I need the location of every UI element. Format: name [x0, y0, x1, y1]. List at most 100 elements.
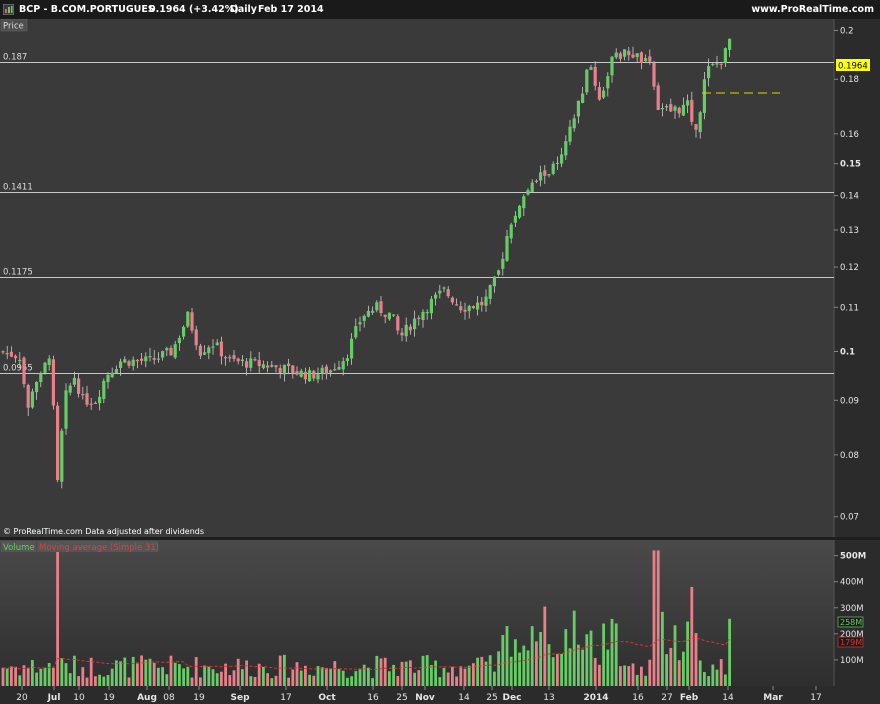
- volume-bar-down[interactable]: [232, 670, 236, 686]
- candle-down[interactable]: [396, 316, 400, 331]
- volume-bar-up[interactable]: [110, 668, 114, 686]
- candle-up[interactable]: [177, 338, 181, 344]
- candle-up[interactable]: [425, 311, 429, 314]
- volume-bar-up[interactable]: [509, 656, 513, 686]
- volume-bar-up[interactable]: [43, 667, 47, 686]
- candle-up[interactable]: [249, 358, 253, 368]
- volume-bar-up[interactable]: [488, 655, 492, 686]
- volume-bar-down[interactable]: [694, 633, 698, 686]
- volume-bar-up[interactable]: [661, 611, 664, 686]
- candle-down[interactable]: [450, 297, 454, 303]
- candle-down[interactable]: [669, 104, 673, 112]
- volume-bar-up[interactable]: [585, 634, 589, 686]
- volume-bar-up[interactable]: [73, 655, 76, 686]
- candle-down[interactable]: [228, 357, 232, 359]
- candle-up[interactable]: [513, 215, 517, 223]
- candle-up[interactable]: [316, 374, 320, 380]
- candle-down[interactable]: [127, 361, 131, 366]
- volume-bar-down[interactable]: [446, 672, 450, 686]
- candle-up[interactable]: [320, 367, 324, 374]
- volume-bar-down[interactable]: [598, 664, 601, 686]
- volume-bar-up[interactable]: [358, 668, 362, 686]
- candle-down[interactable]: [194, 329, 198, 346]
- volume-bar-down[interactable]: [169, 655, 173, 686]
- volume-bar-up[interactable]: [493, 671, 496, 686]
- volume-bar-down[interactable]: [236, 658, 240, 686]
- candle-down[interactable]: [408, 326, 412, 331]
- candle-down[interactable]: [140, 358, 144, 361]
- candle-down[interactable]: [274, 365, 278, 368]
- candle-up[interactable]: [18, 359, 22, 362]
- candle-up[interactable]: [156, 358, 160, 360]
- candle-down[interactable]: [652, 62, 656, 87]
- volume-bar-up[interactable]: [602, 623, 605, 686]
- volume-bar-down[interactable]: [463, 668, 467, 686]
- candle-down[interactable]: [639, 52, 643, 63]
- volume-bar-up[interactable]: [551, 657, 555, 686]
- candle-up[interactable]: [148, 356, 152, 358]
- volume-bar-up[interactable]: [102, 676, 106, 686]
- candle-up[interactable]: [215, 342, 219, 346]
- candle-down[interactable]: [198, 345, 202, 356]
- volume-bar-up[interactable]: [610, 618, 614, 686]
- volume-bar-up[interactable]: [724, 674, 727, 686]
- volume-bar-down[interactable]: [266, 673, 269, 686]
- candle-down[interactable]: [463, 309, 467, 312]
- volume-bar-down[interactable]: [287, 677, 290, 686]
- volume-bar-up[interactable]: [673, 625, 677, 686]
- candle-down[interactable]: [253, 359, 257, 361]
- candle-down[interactable]: [26, 385, 30, 408]
- candle-up[interactable]: [68, 385, 72, 393]
- volume-bar-down[interactable]: [94, 676, 97, 686]
- volume-bar-up[interactable]: [308, 674, 311, 686]
- volume-bar-up[interactable]: [98, 674, 101, 686]
- candle-up[interactable]: [211, 346, 215, 348]
- candle-up[interactable]: [581, 93, 585, 104]
- volume-bar-up[interactable]: [144, 659, 148, 686]
- volume-bar-up[interactable]: [728, 618, 731, 686]
- candle-up[interactable]: [589, 67, 593, 70]
- volume-bar-down[interactable]: [396, 676, 400, 686]
- volume-bar-up[interactable]: [438, 677, 442, 686]
- candle-up[interactable]: [366, 310, 370, 317]
- candle-up[interactable]: [702, 79, 706, 113]
- candle-up[interactable]: [362, 315, 366, 321]
- candle-up[interactable]: [644, 58, 648, 62]
- candle-down[interactable]: [648, 56, 652, 62]
- volume-bar-down[interactable]: [325, 668, 328, 686]
- volume-bar-up[interactable]: [367, 667, 370, 686]
- volume-bar-down[interactable]: [85, 677, 89, 686]
- candle-down[interactable]: [266, 365, 270, 368]
- candle-down[interactable]: [555, 162, 559, 165]
- volume-bar-down[interactable]: [1, 667, 5, 686]
- volume-bar-down[interactable]: [719, 659, 723, 686]
- candle-up[interactable]: [207, 347, 211, 354]
- volume-bar-up[interactable]: [577, 644, 580, 686]
- candle-up[interactable]: [413, 318, 417, 330]
- volume-bar-up[interactable]: [421, 655, 425, 686]
- volume-bar-up[interactable]: [211, 669, 215, 686]
- volume-bar-up[interactable]: [539, 632, 542, 686]
- candle-up[interactable]: [203, 352, 207, 355]
- candle-down[interactable]: [593, 66, 597, 86]
- volume-bar-down[interactable]: [656, 550, 660, 686]
- volume-bar-up[interactable]: [35, 672, 38, 686]
- candle-down[interactable]: [417, 317, 421, 319]
- volume-bar-up[interactable]: [362, 664, 366, 686]
- candle-down[interactable]: [287, 363, 291, 367]
- volume-bar-up[interactable]: [686, 621, 689, 686]
- volume-bar-down[interactable]: [77, 676, 80, 686]
- volume-bar-up[interactable]: [514, 639, 517, 686]
- candle-up[interactable]: [488, 285, 492, 299]
- volume-bar-up[interactable]: [354, 671, 358, 686]
- volume-bar-up[interactable]: [5, 668, 9, 686]
- chart-icon[interactable]: [3, 4, 14, 15]
- volume-bar-down[interactable]: [291, 669, 295, 686]
- volume-bar-down[interactable]: [690, 586, 694, 686]
- volume-bar-down[interactable]: [228, 675, 232, 686]
- volume-bar-down[interactable]: [194, 657, 198, 686]
- candle-up[interactable]: [47, 358, 51, 365]
- volume-bar-down[interactable]: [14, 666, 17, 686]
- volume-bar-up[interactable]: [341, 670, 345, 686]
- volume-bar-up[interactable]: [476, 657, 479, 686]
